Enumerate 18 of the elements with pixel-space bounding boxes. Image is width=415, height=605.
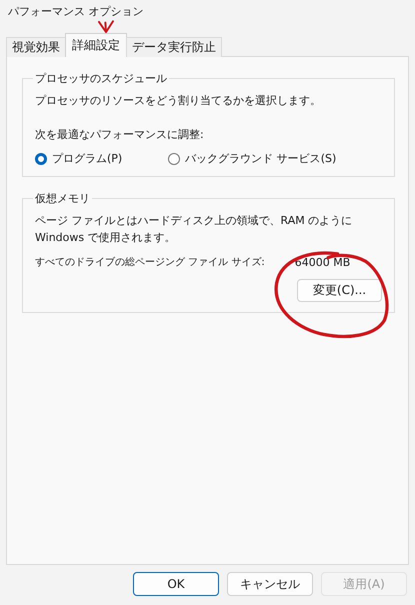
radio-icon[interactable] (168, 152, 180, 164)
tab[interactable]: 視覚効果 (6, 37, 66, 57)
ok-button[interactable]: OK (133, 572, 219, 596)
adjust-label: 次を最適なパフォーマンスに調整: (35, 127, 205, 143)
description-text: ページ ファイルとはハードディスク上の領域で、RAM のように Windows で使用されます。 (35, 213, 354, 246)
annotation-arrow-drawing (95, 20, 117, 34)
dialog-button[interactable]: キャンセル (227, 572, 313, 596)
paging-size-label: すべてのドライブの総ページング ファイル サイズ: (35, 256, 265, 270)
change-button[interactable]: 変更(C)... (297, 279, 382, 302)
group-title: プロセッサのスケジュール (34, 71, 168, 86)
tab[interactable]: 詳細設定 (65, 33, 127, 57)
group-title: 仮想メモリ (34, 191, 91, 206)
tab[interactable]: データ実行防止 (126, 37, 222, 57)
radio-icon[interactable] (35, 152, 47, 164)
description-text: プロセッサのリソースをどう割り当てるかを選択します。 (35, 93, 322, 109)
radio-option[interactable]: バックグラウンド サービス(S) (168, 151, 336, 166)
radio-option[interactable]: プログラム(P) (35, 151, 122, 166)
window-title: パフォーマンス オプション (8, 5, 144, 19)
